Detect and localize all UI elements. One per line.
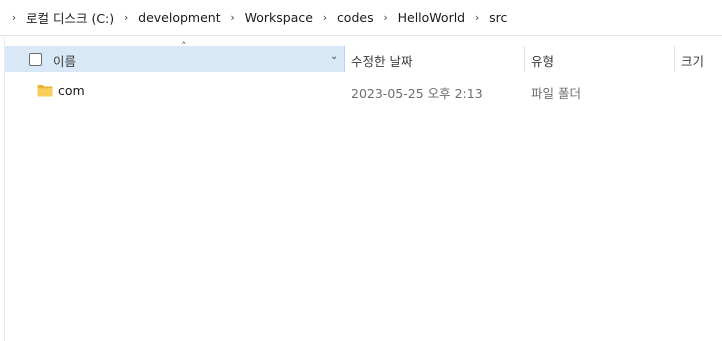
file-date-modified: 2023-05-25 오후 2:13 [351,86,483,101]
breadcrumb-item-codes[interactable]: codes [335,8,376,27]
sort-ascending-icon: ˄ [181,40,187,53]
breadcrumb-chevron-icon[interactable]: › [226,11,240,24]
file-explorer-window: › 로컬 디스크 (C:) › development › Workspace … [0,0,722,341]
column-resize-handle[interactable] [524,46,525,72]
breadcrumb-chevron-icon[interactable]: › [318,11,332,24]
breadcrumb-chevron-icon[interactable]: › [470,11,484,24]
column-header-row: 이름 ˄ ⌄ 수정한 날짜 유형 크기 [5,40,722,72]
breadcrumb-chevron-icon[interactable]: › [119,11,133,24]
breadcrumb-root-chevron-icon[interactable]: › [7,11,21,24]
breadcrumb: › 로컬 디스크 (C:) › development › Workspace … [0,0,722,36]
column-header-date-modified[interactable]: 수정한 날짜 [351,51,412,70]
column-header-size[interactable]: 크기 [681,51,704,70]
breadcrumb-item-workspace[interactable]: Workspace [243,8,315,27]
file-type: 파일 폴더 [531,86,581,101]
select-all-checkbox[interactable] [29,53,42,66]
breadcrumb-item-src[interactable]: src [487,8,509,27]
breadcrumb-chevron-icon[interactable]: › [379,11,393,24]
chevron-down-icon[interactable]: ⌄ [330,51,338,62]
column-header-name-label: 이름 [53,54,77,69]
column-header-type[interactable]: 유형 [531,51,554,70]
file-list-item[interactable]: com 2023-05-25 오후 2:13 파일 폴더 [5,80,722,102]
breadcrumb-item-drive[interactable]: 로컬 디스크 (C:) [24,6,116,29]
column-header-name[interactable]: 이름 ˄ ⌄ [5,40,345,72]
column-resize-handle[interactable] [674,46,675,72]
breadcrumb-item-helloworld[interactable]: HelloWorld [396,8,468,27]
folder-icon [37,85,53,97]
file-name[interactable]: com [58,83,85,98]
breadcrumb-item-development[interactable]: development [136,8,222,27]
